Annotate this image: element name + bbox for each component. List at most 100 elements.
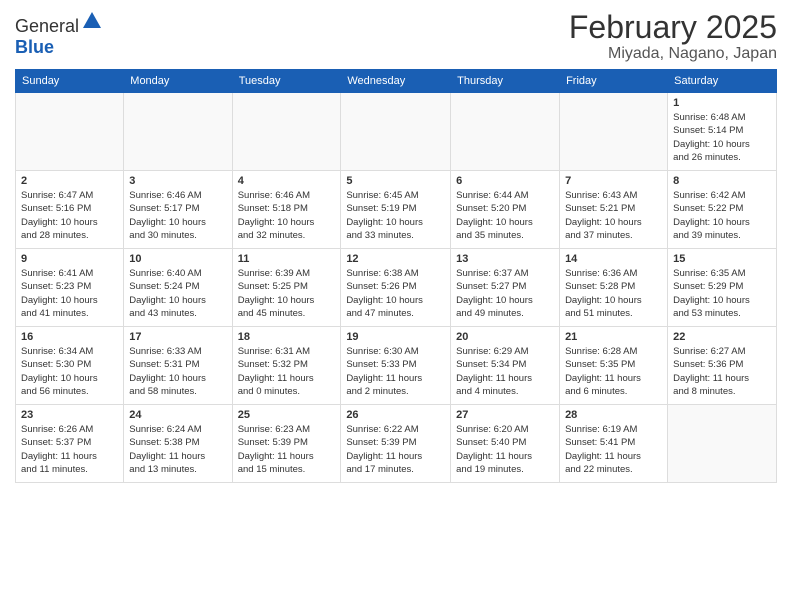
- day-info: Sunrise: 6:37 AM Sunset: 5:27 PM Dayligh…: [456, 267, 554, 320]
- weekday-header: Monday: [124, 70, 232, 93]
- calendar-day-cell: 25Sunrise: 6:23 AM Sunset: 5:39 PM Dayli…: [232, 405, 341, 483]
- day-number: 24: [129, 409, 226, 421]
- day-info: Sunrise: 6:31 AM Sunset: 5:32 PM Dayligh…: [238, 345, 336, 398]
- calendar-day-cell: 11Sunrise: 6:39 AM Sunset: 5:25 PM Dayli…: [232, 249, 341, 327]
- calendar-day-cell: 8 Sunrise: 6:42 AM Sunset: 5:22 PM Daylig…: [668, 171, 777, 249]
- day-number: 7: [565, 175, 662, 187]
- calendar-day-cell: [668, 405, 777, 483]
- calendar-day-cell: [341, 93, 451, 171]
- weekday-header: Thursday: [451, 70, 560, 93]
- day-number: 2: [21, 175, 118, 187]
- calendar-day-cell: 27 Sunrise: 6:20 AM Sunset: 5:40 PM Dayli…: [451, 405, 560, 483]
- day-info: Sunrise: 6:43 AM Sunset: 5:21 PM Dayligh…: [565, 189, 662, 242]
- day-number: 15: [673, 253, 771, 265]
- day-info: Sunrise: 6:20 AM Sunset: 5:40 PM Dayligh…: [456, 423, 554, 476]
- day-info: Sunrise: 6:28 AM Sunset: 5:35 PM Dayligh…: [565, 345, 662, 398]
- day-info: Sunrise: 6:39 AM Sunset: 5:25 PM Dayligh…: [238, 267, 336, 320]
- day-number: 18: [238, 331, 336, 343]
- calendar-table: SundayMondayTuesdayWednesdayThursdayFrid…: [15, 69, 777, 483]
- day-number: 12: [346, 253, 445, 265]
- calendar-day-cell: 7 Sunrise: 6:43 AM Sunset: 5:21 PM Daylig…: [560, 171, 668, 249]
- day-info: Sunrise: 6:38 AM Sunset: 5:26 PM Dayligh…: [346, 267, 445, 320]
- logo-icon: [81, 10, 103, 32]
- day-info: Sunrise: 6:40 AM Sunset: 5:24 PM Dayligh…: [129, 267, 226, 320]
- weekday-header: Friday: [560, 70, 668, 93]
- calendar-day-cell: 19 Sunrise: 6:30 AM Sunset: 5:33 PM Dayli…: [341, 327, 451, 405]
- day-number: 21: [565, 331, 662, 343]
- calendar-day-cell: 22 Sunrise: 6:27 AM Sunset: 5:36 PM Dayli…: [668, 327, 777, 405]
- day-number: 23: [21, 409, 118, 421]
- day-info: Sunrise: 6:22 AM Sunset: 5:39 PM Dayligh…: [346, 423, 445, 476]
- day-number: 1: [673, 97, 771, 109]
- day-info: Sunrise: 6:36 AM Sunset: 5:28 PM Dayligh…: [565, 267, 662, 320]
- day-number: 13: [456, 253, 554, 265]
- calendar-day-cell: 13 Sunrise: 6:37 AM Sunset: 5:27 PM Dayli…: [451, 249, 560, 327]
- day-info: Sunrise: 6:46 AM Sunset: 5:17 PM Dayligh…: [129, 189, 226, 242]
- calendar-day-cell: 4 Sunrise: 6:46 AM Sunset: 5:18 PM Daylig…: [232, 171, 341, 249]
- day-number: 26: [346, 409, 445, 421]
- calendar-day-cell: 20Sunrise: 6:29 AM Sunset: 5:34 PM Dayli…: [451, 327, 560, 405]
- day-info: Sunrise: 6:41 AM Sunset: 5:23 PM Dayligh…: [21, 267, 118, 320]
- day-info: Sunrise: 6:26 AM Sunset: 5:37 PM Dayligh…: [21, 423, 118, 476]
- main-container: General Blue February 2025 Miyada, Nagan…: [0, 0, 792, 488]
- header: General Blue February 2025 Miyada, Nagan…: [15, 10, 777, 63]
- day-info: Sunrise: 6:27 AM Sunset: 5:36 PM Dayligh…: [673, 345, 771, 398]
- calendar-day-cell: 5Sunrise: 6:45 AM Sunset: 5:19 PM Daylig…: [341, 171, 451, 249]
- logo: General Blue: [15, 10, 103, 58]
- day-number: 6: [456, 175, 554, 187]
- logo-blue: Blue: [15, 37, 54, 57]
- calendar-day-cell: 10 Sunrise: 6:40 AM Sunset: 5:24 PM Dayli…: [124, 249, 232, 327]
- calendar-day-cell: 21 Sunrise: 6:28 AM Sunset: 5:35 PM Dayli…: [560, 327, 668, 405]
- day-number: 8: [673, 175, 771, 187]
- day-number: 14: [565, 253, 662, 265]
- calendar-header-row: SundayMondayTuesdayWednesdayThursdayFrid…: [16, 70, 777, 93]
- weekday-header: Saturday: [668, 70, 777, 93]
- day-info: Sunrise: 6:48 AM Sunset: 5:14 PM Dayligh…: [673, 111, 771, 164]
- calendar-day-cell: 3 Sunrise: 6:46 AM Sunset: 5:17 PM Daylig…: [124, 171, 232, 249]
- day-number: 27: [456, 409, 554, 421]
- calendar-day-cell: 24 Sunrise: 6:24 AM Sunset: 5:38 PM Dayli…: [124, 405, 232, 483]
- calendar-day-cell: 18 Sunrise: 6:31 AM Sunset: 5:32 PM Dayli…: [232, 327, 341, 405]
- calendar-day-cell: 26 Sunrise: 6:22 AM Sunset: 5:39 PM Dayli…: [341, 405, 451, 483]
- calendar-day-cell: 14 Sunrise: 6:36 AM Sunset: 5:28 PM Dayli…: [560, 249, 668, 327]
- calendar-day-cell: 2 Sunrise: 6:47 AM Sunset: 5:16 PM Daylig…: [16, 171, 124, 249]
- calendar-day-cell: 17 Sunrise: 6:33 AM Sunset: 5:31 PM Dayli…: [124, 327, 232, 405]
- day-info: Sunrise: 6:47 AM Sunset: 5:16 PM Dayligh…: [21, 189, 118, 242]
- day-number: 19: [346, 331, 445, 343]
- day-info: Sunrise: 6:44 AM Sunset: 5:20 PM Dayligh…: [456, 189, 554, 242]
- day-info: Sunrise: 6:35 AM Sunset: 5:29 PM Dayligh…: [673, 267, 771, 320]
- calendar-day-cell: [16, 93, 124, 171]
- calendar-week-row: 9 Sunrise: 6:41 AM Sunset: 5:23 PM Daylig…: [16, 249, 777, 327]
- day-number: 3: [129, 175, 226, 187]
- day-number: 5: [346, 175, 445, 187]
- day-info: Sunrise: 6:33 AM Sunset: 5:31 PM Dayligh…: [129, 345, 226, 398]
- calendar-day-cell: [124, 93, 232, 171]
- calendar-day-cell: [560, 93, 668, 171]
- day-info: Sunrise: 6:24 AM Sunset: 5:38 PM Dayligh…: [129, 423, 226, 476]
- day-number: 16: [21, 331, 118, 343]
- day-info: Sunrise: 6:42 AM Sunset: 5:22 PM Dayligh…: [673, 189, 771, 242]
- calendar-day-cell: 1 Sunrise: 6:48 AM Sunset: 5:14 PM Daylig…: [668, 93, 777, 171]
- day-info: Sunrise: 6:29 AM Sunset: 5:34 PM Dayligh…: [456, 345, 554, 398]
- weekday-header: Tuesday: [232, 70, 341, 93]
- calendar-day-cell: 23 Sunrise: 6:26 AM Sunset: 5:37 PM Dayli…: [16, 405, 124, 483]
- day-number: 22: [673, 331, 771, 343]
- day-info: Sunrise: 6:23 AM Sunset: 5:39 PM Dayligh…: [238, 423, 336, 476]
- calendar-week-row: 1 Sunrise: 6:48 AM Sunset: 5:14 PM Daylig…: [16, 93, 777, 171]
- day-info: Sunrise: 6:19 AM Sunset: 5:41 PM Dayligh…: [565, 423, 662, 476]
- day-info: Sunrise: 6:34 AM Sunset: 5:30 PM Dayligh…: [21, 345, 118, 398]
- calendar-day-cell: 28Sunrise: 6:19 AM Sunset: 5:41 PM Dayli…: [560, 405, 668, 483]
- weekday-header: Wednesday: [341, 70, 451, 93]
- day-number: 17: [129, 331, 226, 343]
- day-number: 4: [238, 175, 336, 187]
- weekday-header: Sunday: [16, 70, 124, 93]
- calendar-day-cell: 12 Sunrise: 6:38 AM Sunset: 5:26 PM Dayli…: [341, 249, 451, 327]
- day-number: 9: [21, 253, 118, 265]
- day-info: Sunrise: 6:46 AM Sunset: 5:18 PM Dayligh…: [238, 189, 336, 242]
- calendar-day-cell: [451, 93, 560, 171]
- calendar-week-row: 23 Sunrise: 6:26 AM Sunset: 5:37 PM Dayli…: [16, 405, 777, 483]
- day-info: Sunrise: 6:30 AM Sunset: 5:33 PM Dayligh…: [346, 345, 445, 398]
- calendar-day-cell: [232, 93, 341, 171]
- calendar-day-cell: 15 Sunrise: 6:35 AM Sunset: 5:29 PM Dayli…: [668, 249, 777, 327]
- day-number: 10: [129, 253, 226, 265]
